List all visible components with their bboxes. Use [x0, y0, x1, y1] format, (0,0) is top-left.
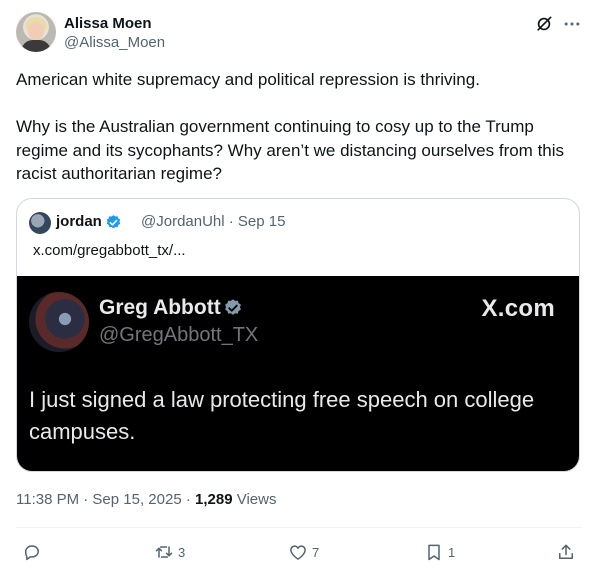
reply-button[interactable] — [22, 540, 46, 564]
share-icon — [559, 544, 573, 559]
card-avatar — [29, 292, 89, 352]
share-button[interactable] — [556, 540, 580, 564]
author-handle[interactable]: @Alissa_Moen — [64, 34, 165, 51]
more-icon[interactable] — [562, 14, 582, 34]
quote-header: jordan @JordanUhl · Sep 15 — [29, 211, 567, 234]
bookmark-count: 1 — [448, 544, 456, 560]
reply-icon — [25, 545, 39, 561]
tweet-text: American white supremacy and political r… — [16, 70, 565, 183]
verified-icon — [106, 215, 121, 229]
verified-icon — [225, 299, 241, 315]
author-avatar[interactable] — [16, 12, 56, 52]
card-brand: X.com — [481, 295, 555, 322]
repost-count: 3 — [178, 544, 186, 560]
author-name[interactable]: Alissa Moen — [64, 15, 152, 32]
repost-button[interactable]: 3 — [154, 540, 185, 564]
quote-author-handle: @JordanUhl · Sep 15 — [141, 213, 286, 230]
quoted-tweet[interactable]: jordan @JordanUhl · Sep 15 x.com/gregabb… — [16, 198, 580, 472]
quote-media-card[interactable]: Greg Abbott @GregAbbott_TX X.com I just … — [17, 276, 579, 471]
like-count: 7 — [312, 544, 320, 560]
view-count: 1,289 — [195, 491, 233, 508]
like-button[interactable]: 7 — [288, 540, 319, 564]
card-author-handle: @GregAbbott_TX — [99, 324, 259, 346]
tweet-header: Alissa Moen @Alissa_Moen — [16, 12, 582, 56]
quote-avatar — [29, 212, 51, 234]
quote-author-name: jordan — [56, 213, 102, 230]
bookmark-button[interactable]: 1 — [424, 540, 455, 564]
heart-icon — [290, 545, 306, 560]
grok-icon[interactable] — [534, 14, 554, 34]
action-bar: 3 7 1 — [16, 540, 582, 564]
card-text: I just signed a law protecting free spee… — [29, 387, 535, 444]
bookmark-icon — [428, 544, 440, 561]
quote-link[interactable]: x.com/gregabbott_tx/... — [33, 242, 186, 259]
tweet-meta: 11:38 PM · Sep 15, 2025 · 1,289 Views — [16, 491, 276, 508]
tweet-timestamp[interactable]: 11:38 PM · Sep 15, 2025 · — [16, 491, 195, 508]
card-author-name: Greg Abbott — [99, 296, 221, 319]
repost-icon — [155, 546, 173, 558]
views-label: Views — [236, 491, 277, 508]
divider — [16, 527, 582, 528]
